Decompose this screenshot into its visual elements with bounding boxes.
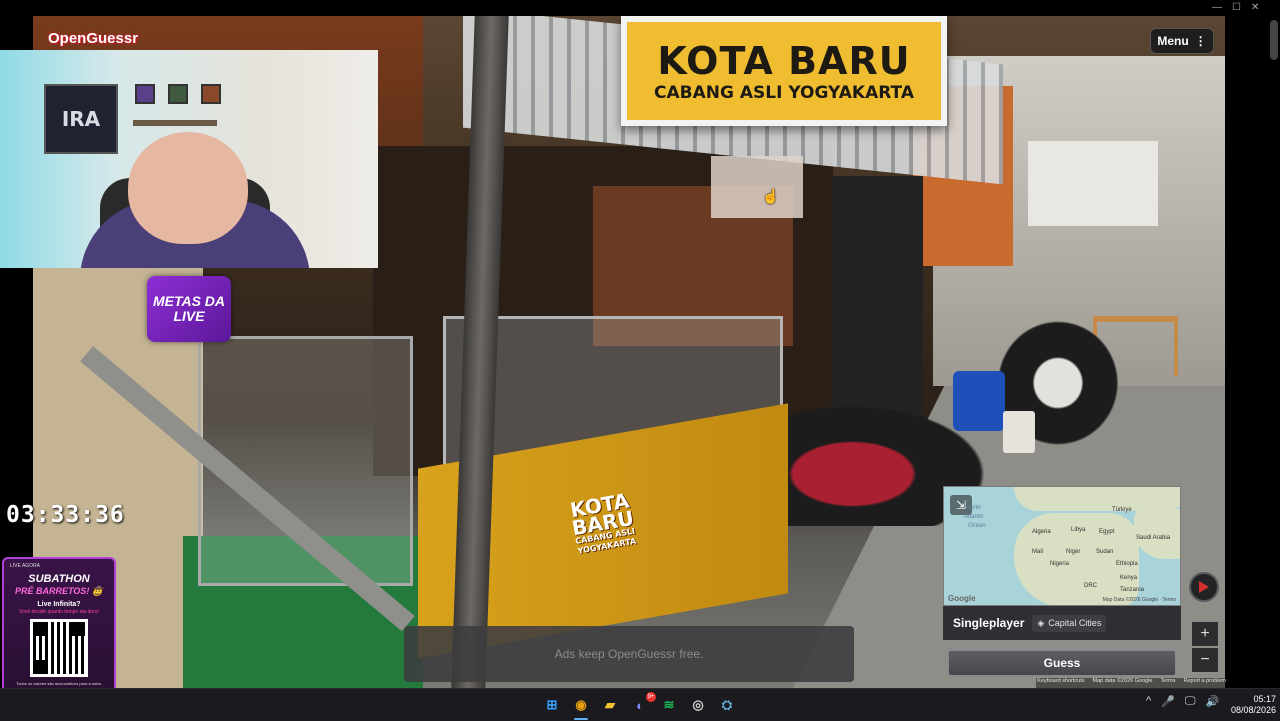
google-logo: Google <box>948 594 976 603</box>
game-mode-label: Singleplayer <box>953 616 1025 630</box>
wall-frame <box>201 84 221 104</box>
map-label: Nigeria <box>1050 561 1070 567</box>
file-explorer-icon[interactable]: ▰ <box>599 694 621 716</box>
promo-title: SUBATHON <box>28 573 90 585</box>
map-label: Libya <box>1071 527 1086 533</box>
kebab-menu-icon: ⋮ <box>1194 34 1207 48</box>
white-bucket <box>1003 411 1035 453</box>
map-data-text: Map data ©2026 Google <box>1092 678 1153 684</box>
map-label: DRC <box>1084 583 1097 589</box>
map-label: Saudi Arabia <box>1136 535 1171 541</box>
window-controls: — ☐ ✕ <box>1212 2 1259 13</box>
maps-footer: Keyboard shortcuts Map data ©2026 Google… <box>1036 678 1226 688</box>
clock-time: 05:17 <box>1253 694 1276 704</box>
map-name-label: Capital Cities <box>1048 618 1102 628</box>
promo-note: Você decide quanto tempo ela dura! <box>18 609 100 615</box>
streamer-face <box>128 132 248 244</box>
map-label: Egypt <box>1099 529 1115 535</box>
menu-button[interactable]: Menu ⋮ <box>1150 28 1214 54</box>
map-label: Norte <box>966 505 981 511</box>
map-label: Türkiye <box>1112 507 1132 513</box>
guess-button[interactable]: Guess <box>947 649 1177 677</box>
tray-overflow-icon[interactable]: ^ <box>1146 695 1151 708</box>
guess-minimap[interactable]: ⇲ Norte Atlantic Ocean Türkiye Algeria L… <box>943 486 1181 606</box>
hanging-cloth <box>1028 141 1158 226</box>
wall-frame <box>168 84 188 104</box>
map-label: Mali <box>1032 549 1044 555</box>
system-tray: ^ 🎤 🖵 🔊 <box>1146 695 1219 708</box>
page-scrollbar[interactable] <box>1270 20 1278 60</box>
map-label: Algeria <box>1032 529 1051 535</box>
minimize-icon[interactable]: — <box>1212 2 1222 13</box>
compass-icon[interactable] <box>1189 572 1219 602</box>
maximize-icon[interactable]: ☐ <box>1232 2 1241 13</box>
network-icon[interactable]: 🖵 <box>1185 695 1196 708</box>
mouse-cursor-icon: ☝ <box>762 188 780 204</box>
close-icon[interactable]: ✕ <box>1251 2 1259 13</box>
map-attribution[interactable]: Map Data ©2026 Google · Terms <box>1103 597 1176 603</box>
report-problem-link[interactable]: Report a problem <box>1184 678 1227 688</box>
subathon-timer: 03:33:36 <box>6 502 125 528</box>
menu-button-label: Menu <box>1157 34 1189 48</box>
layers-icon: ◈ <box>1037 617 1045 628</box>
taskbar-clock[interactable]: 05:17 08/08/2026 <box>1218 694 1276 716</box>
map-label: Niger <box>1066 549 1081 555</box>
map-land-arabia <box>1134 509 1180 559</box>
map-label: Ethiopia <box>1116 561 1138 567</box>
discord-notification-badge: 9+ <box>646 692 656 702</box>
chrome-icon[interactable]: ◉ <box>570 694 592 716</box>
map-land-europe <box>1014 487 1180 511</box>
spotify-icon[interactable]: ≋ <box>658 694 680 716</box>
ads-banner: Ads keep OpenGuessr free. <box>404 626 854 682</box>
zoom-in-button[interactable]: + <box>1192 622 1218 646</box>
shop-sign-title: KOTA BARU <box>657 39 911 83</box>
shop-doorway <box>833 176 923 426</box>
map-label: Atlantic <box>964 514 984 520</box>
zoom-out-button[interactable]: − <box>1192 648 1218 672</box>
wall-poster: IRA <box>44 84 118 154</box>
live-goals-badge: METAS DA LIVE <box>147 276 231 342</box>
keyboard-shortcuts-link[interactable]: Keyboard shortcuts <box>1037 678 1084 688</box>
openguessr-logo[interactable]: OpenGuessr <box>48 30 138 47</box>
shop-sign-subtitle: CABANG ASLI YOGYAKARTA <box>654 83 914 103</box>
promo-live-text: Live Infinita? <box>37 601 81 608</box>
shop-window <box>711 156 803 218</box>
wall-frame <box>135 84 155 104</box>
map-label: Tanzania <box>1120 587 1145 593</box>
terms-link[interactable]: Terms <box>1161 678 1176 688</box>
windows-start-icon[interactable]: ⊞ <box>541 694 563 716</box>
promo-live-tag: LIVE AGORA <box>10 563 41 569</box>
wall-shelf <box>133 120 217 126</box>
microphone-icon[interactable]: 🎤 <box>1161 695 1175 708</box>
ads-banner-text: Ads keep OpenGuessr free. <box>554 647 704 661</box>
game-mode-bar: Singleplayer ◈ Capital Cities <box>943 606 1181 640</box>
shop-sign: KOTA BARU CABANG ASLI YOGYAKARTA <box>621 16 947 126</box>
windows-taskbar: ⊞ ◉ ▰ ◐ ≋ ◎ ⛭ ^ 🎤 🖵 🔊 05:17 08/08/2026 <box>0 688 1280 721</box>
map-name-chip[interactable]: ◈ Capital Cities <box>1032 614 1107 632</box>
clock-date: 08/08/2026 <box>1230 705 1276 715</box>
map-label: Sudan <box>1096 549 1114 555</box>
steam-icon[interactable]: ⛭ <box>716 694 738 716</box>
promo-footer: Todos os valores são acumulativos para a… <box>16 681 102 686</box>
promo-subtitle: PRÉ BARRETOS! 🤠 <box>14 586 104 596</box>
qr-code-icon <box>30 619 88 677</box>
webcam-feed: IRA <box>0 50 378 268</box>
obs-icon[interactable]: ◎ <box>687 694 709 716</box>
map-label: Ocean <box>968 523 986 529</box>
map-label: Kenya <box>1120 575 1138 581</box>
